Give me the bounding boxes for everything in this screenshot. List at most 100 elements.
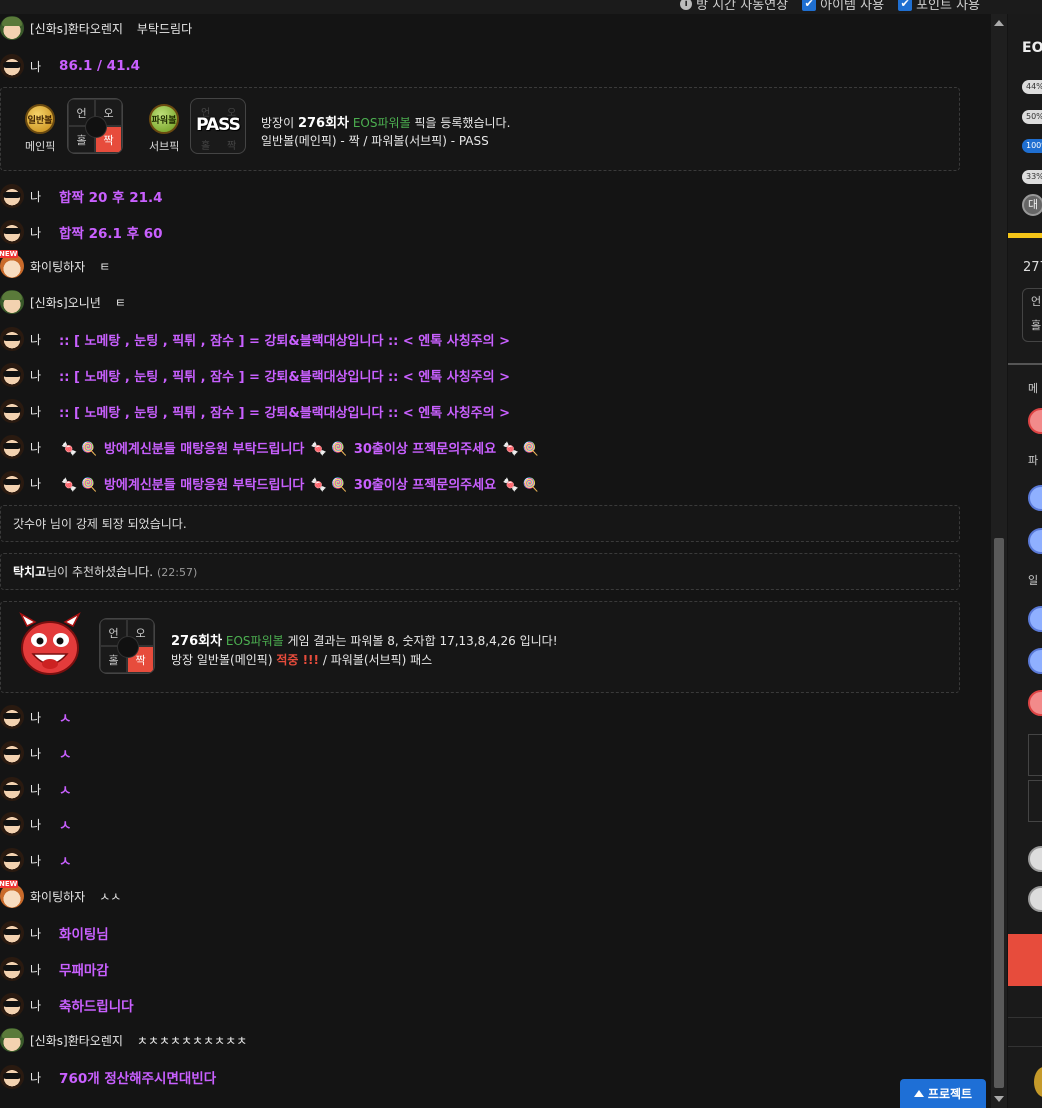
- pick-option-circle[interactable]: [1028, 408, 1042, 434]
- avatar[interactable]: [0, 993, 24, 1017]
- avatar[interactable]: [0, 777, 24, 801]
- scroll-up-arrow-icon[interactable]: [994, 20, 1004, 26]
- option-circle[interactable]: [1028, 886, 1042, 912]
- message-part: 방에계신분들 매탕응원 부탁드립니다: [103, 477, 305, 493]
- avatar-new[interactable]: [0, 880, 24, 908]
- pick-option-circle[interactable]: [1028, 648, 1042, 674]
- pick-line-2: 일반볼(메인픽) - 짝 / 파워볼(서브픽) - PASS: [261, 134, 489, 148]
- nickname[interactable]: 화이팅하자: [30, 258, 85, 275]
- point-use-option[interactable]: ✔ 포인트 사용: [898, 0, 980, 13]
- avatar[interactable]: [0, 16, 24, 40]
- avatar[interactable]: [0, 363, 24, 387]
- result-line-1: 276회차 EOS파워볼 게임 결과는 파워볼 8, 숫자합 17,13,8,4…: [171, 630, 558, 649]
- chat-message: 나 :: [ 노메탕 , 눈팅 , 픽튀 , 잠수 ] = 강퇴&블랙대상입니다…: [0, 361, 510, 389]
- avatar[interactable]: [0, 1065, 24, 1089]
- avatar[interactable]: [0, 921, 24, 945]
- chat-log[interactable]: [신화s]환타오렌지 부탁드림다 나 86.1 / 41.4 일반볼 메인픽 언…: [0, 14, 988, 1108]
- option-circle[interactable]: [1028, 846, 1042, 872]
- chat-message: [신화s]오니년 ㅌ: [0, 288, 126, 316]
- nickname[interactable]: 나: [30, 367, 41, 384]
- nickname[interactable]: 나: [30, 997, 41, 1014]
- message-text: ㅅ: [59, 783, 72, 799]
- nickname[interactable]: 나: [30, 745, 41, 762]
- nickname[interactable]: 화이팅하자: [30, 888, 85, 905]
- chat-message: 나 합짝 26.1 후 60: [0, 218, 163, 246]
- nickname[interactable]: 나: [30, 781, 41, 798]
- chat-message: 나 🍬 🍭 방에계신분들 매탕응원 부탁드립니다 🍬 🍭 30출이상 프젝문의주세요…: [0, 469, 541, 497]
- recommend-message: 님이 추천하셨습니다.: [46, 565, 154, 579]
- nickname[interactable]: 나: [30, 331, 41, 348]
- section-label: 메: [1028, 382, 1039, 395]
- avatar[interactable]: [0, 327, 24, 351]
- pick-option-circle[interactable]: [1028, 528, 1042, 554]
- nickname[interactable]: [신화s]오니년: [30, 294, 101, 311]
- avatar[interactable]: [0, 290, 24, 314]
- avatar[interactable]: [0, 220, 24, 244]
- chat-message: 화이팅하자 ㅅㅅ: [0, 880, 121, 910]
- nickname[interactable]: 나: [30, 58, 41, 75]
- submit-button[interactable]: [1008, 934, 1042, 986]
- nickname[interactable]: 나: [30, 709, 41, 726]
- item-use-option[interactable]: ✔ 아이템 사용: [802, 0, 884, 13]
- pick-option-circle[interactable]: [1028, 485, 1042, 511]
- scroll-thumb[interactable]: [994, 538, 1004, 1088]
- candy-icon: 🍬: [310, 441, 328, 457]
- message-text: 화이팅님: [59, 927, 109, 943]
- nickname[interactable]: 나: [30, 925, 41, 942]
- avatar[interactable]: [0, 1028, 24, 1052]
- next-round: 277: [1023, 260, 1042, 275]
- nickname[interactable]: 나: [30, 961, 41, 978]
- avatar[interactable]: [0, 848, 24, 872]
- nickname[interactable]: 나: [30, 188, 41, 205]
- pick-game: EOS파워볼: [352, 116, 411, 130]
- avatar[interactable]: [0, 184, 24, 208]
- checkbox-checked-icon[interactable]: ✔: [802, 0, 817, 11]
- recommender-name[interactable]: 탁치고: [13, 565, 46, 579]
- project-button[interactable]: 프로젝트: [900, 1079, 986, 1108]
- avatar[interactable]: [0, 741, 24, 765]
- divider: [1008, 1046, 1042, 1047]
- pick-option-circle[interactable]: [1028, 690, 1042, 716]
- chat-message: 나 ㅅ: [0, 703, 71, 731]
- avatar[interactable]: [0, 399, 24, 423]
- result-grid: 언 오 홀 짝: [99, 618, 155, 674]
- avatar[interactable]: [0, 54, 24, 78]
- chat-message: 나 ㅅ: [0, 775, 71, 803]
- nickname[interactable]: [신화s]환타오렌지: [30, 1032, 123, 1049]
- input-box[interactable]: [1028, 780, 1042, 822]
- avatar-new[interactable]: [0, 250, 24, 278]
- avatar[interactable]: [0, 705, 24, 729]
- scroll-down-arrow-icon[interactable]: [994, 1096, 1004, 1102]
- chat-scrollbar[interactable]: [991, 14, 1007, 1108]
- checkbox-checked-icon[interactable]: ✔: [898, 0, 913, 11]
- grid-center-dot: [117, 636, 139, 658]
- kick-notice: 갓수야 님이 강제 퇴장 되었습니다.: [0, 505, 960, 542]
- nickname[interactable]: 나: [30, 852, 41, 869]
- size-toggle-button[interactable]: 대: [1022, 194, 1042, 216]
- stat-pill: 33%: [1022, 170, 1042, 184]
- devil-mascot-icon: [19, 612, 81, 675]
- nickname[interactable]: 나: [30, 224, 41, 241]
- nickname[interactable]: [신화s]환타오렌지: [30, 20, 123, 37]
- input-box[interactable]: [1028, 734, 1042, 776]
- message-text: 🍬 🍭 방에계신분들 매탕응원 부탁드립니다 🍬 🍭 30출이상 프젝문의주세요 🍬…: [59, 438, 541, 457]
- avatar[interactable]: [0, 435, 24, 459]
- avatar[interactable]: [0, 812, 24, 836]
- grid-ghost: 짝: [227, 141, 237, 152]
- pick-registration-card: 일반볼 메인픽 언 오 홀 짝 파워볼 서브픽 언 오 홀 짝 PASS 방장이…: [0, 87, 960, 171]
- nickname[interactable]: 나: [30, 475, 41, 492]
- avatar[interactable]: [0, 471, 24, 495]
- message-text: 합짝 26.1 후 60: [59, 226, 163, 242]
- auto-extend-option[interactable]: i 방 시간 자동연장: [680, 0, 788, 13]
- lollipop-icon: 🍭: [331, 441, 348, 457]
- result-line-2: 방장 일반볼(메인픽) 적중 !!! / 파워볼(서브픽) 패스: [171, 651, 432, 668]
- room-options: i 방 시간 자동연장 ✔ 아이템 사용 ✔ 포인트 사용: [680, 0, 980, 13]
- avatar[interactable]: [0, 957, 24, 981]
- nickname[interactable]: 나: [30, 439, 41, 456]
- nickname[interactable]: 나: [30, 1069, 41, 1086]
- chat-message: 나 합짝 20 후 21.4: [0, 182, 163, 210]
- pick-option-circle[interactable]: [1028, 606, 1042, 632]
- nickname[interactable]: 나: [30, 816, 41, 833]
- chat-message: [신화s]환타오렌지 ㅊㅊㅊㅊㅊㅊㅊㅊㅊㅊ: [0, 1026, 247, 1054]
- nickname[interactable]: 나: [30, 403, 41, 420]
